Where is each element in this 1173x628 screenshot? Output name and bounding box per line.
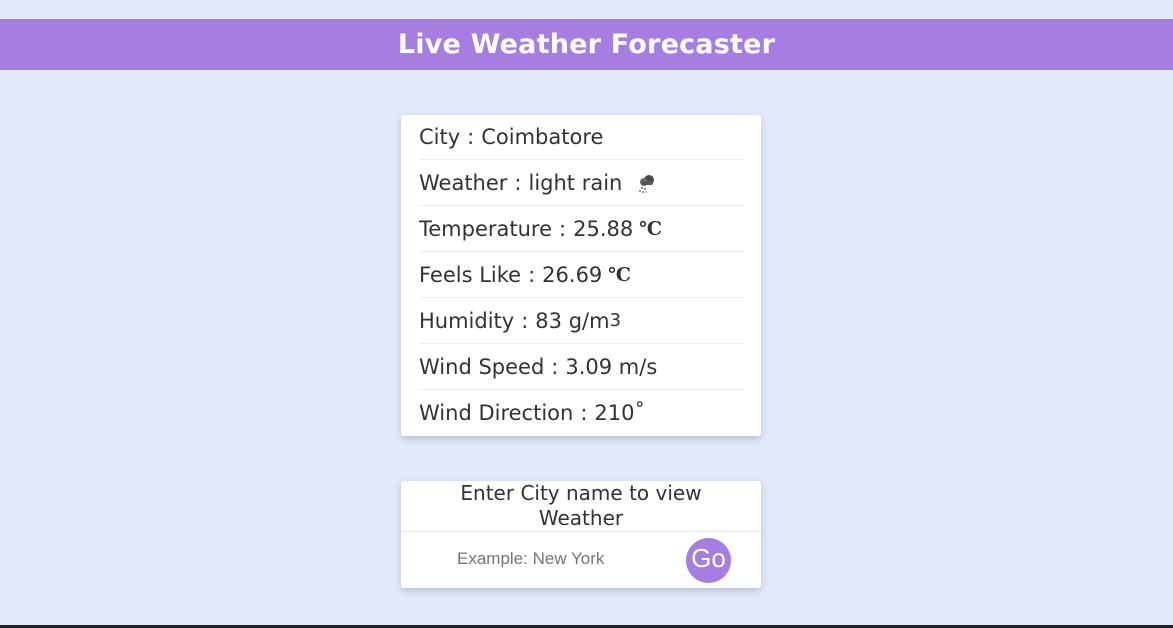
app-title: Live Weather Forecaster — [397, 29, 776, 60]
city-row: City : Coimbatore — [419, 115, 744, 160]
search-card: Enter City name to view Weather Go — [401, 481, 761, 588]
humidity-separator: : — [521, 308, 529, 333]
temperature-separator: : — [559, 216, 567, 241]
city-value: Coimbatore — [481, 125, 604, 149]
temperature-label: Temperature — [419, 216, 553, 241]
wind-direction-label: Wind Direction — [419, 400, 574, 425]
temperature-unit: ℃ — [639, 217, 663, 240]
feels-like-row: Feels Like : 26.69 ℃ — [419, 252, 744, 298]
feels-like-value: 26.69 — [542, 262, 603, 287]
weather-row: Weather : light rain — [419, 160, 744, 206]
feels-like-label: Feels Like — [419, 262, 522, 287]
feels-like-unit: ℃ — [608, 263, 632, 286]
wind-speed-label: Wind Speed — [419, 354, 545, 379]
weather-label: Weather — [419, 170, 508, 195]
go-button[interactable]: Go — [686, 538, 731, 583]
wind-speed-separator: : — [551, 354, 559, 379]
city-label: City — [419, 125, 461, 149]
weather-separator: : — [514, 170, 522, 195]
wind-direction-row: Wind Direction : 210˚ — [419, 390, 744, 435]
humidity-unit-exponent: 3 — [609, 310, 622, 331]
wind-direction-separator: : — [580, 400, 588, 425]
wind-speed-value: 3.09 m/s — [565, 354, 658, 379]
humidity-value: 83 g/m — [535, 308, 610, 333]
feels-like-separator: : — [528, 262, 536, 287]
wind-direction-value: 210˚ — [594, 400, 645, 425]
wind-speed-row: Wind Speed : 3.09 m/s — [419, 344, 744, 390]
humidity-label: Humidity — [419, 308, 515, 333]
weather-card: City : Coimbatore Weather : light rain T… — [401, 115, 761, 436]
temperature-value: 25.88 — [573, 216, 634, 241]
weather-value: light rain — [528, 170, 623, 195]
city-search-input[interactable] — [457, 544, 657, 574]
temperature-row: Temperature : 25.88 ℃ — [419, 206, 744, 252]
search-heading: Enter City name to view Weather — [460, 481, 702, 530]
search-row: Go — [401, 532, 761, 588]
search-heading-container: Enter City name to view Weather — [401, 481, 761, 532]
city-separator: : — [467, 125, 475, 149]
light-rain-icon — [634, 172, 658, 196]
humidity-row: Humidity : 83 g/m 3 — [419, 298, 744, 344]
header-bar: Live Weather Forecaster — [0, 19, 1173, 70]
